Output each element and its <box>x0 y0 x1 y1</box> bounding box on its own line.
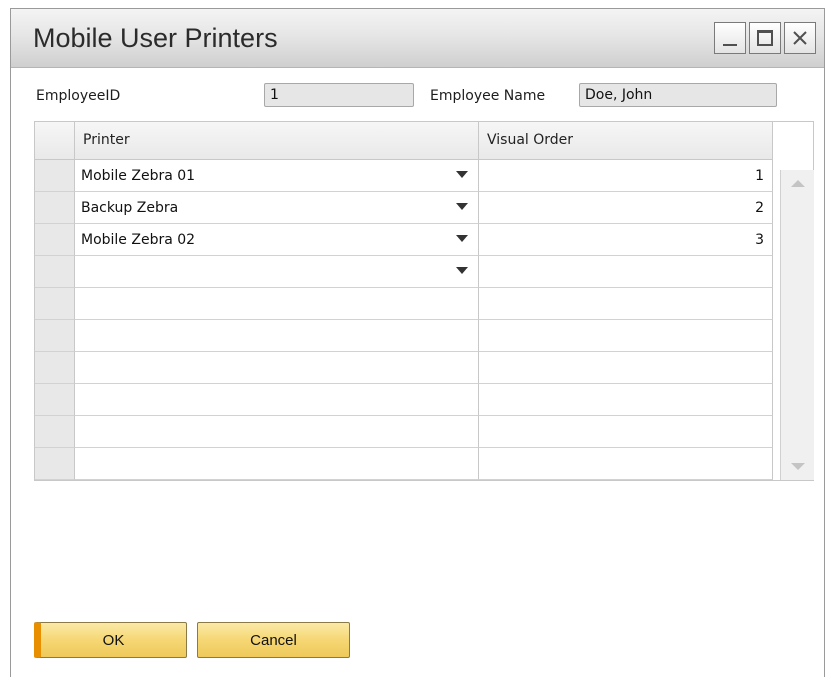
column-header-printer[interactable]: Printer <box>75 122 479 160</box>
dropdown-arrow-icon[interactable] <box>456 171 468 178</box>
printer-cell[interactable] <box>75 448 479 480</box>
cancel-button[interactable]: Cancel <box>197 622 350 658</box>
column-header-visual-order[interactable]: Visual Order <box>479 122 773 160</box>
row-header[interactable] <box>35 448 75 480</box>
printer-cell[interactable]: Backup Zebra <box>75 192 479 224</box>
window-controls <box>714 22 816 54</box>
ok-button[interactable]: OK <box>34 622 187 658</box>
printer-cell[interactable]: Mobile Zebra 01 <box>75 160 479 192</box>
employee-name-field[interactable]: Doe, John <box>579 83 777 107</box>
visual-order-cell[interactable] <box>479 320 773 352</box>
visual-order-cell[interactable]: 2 <box>479 192 773 224</box>
printer-cell[interactable] <box>75 288 479 320</box>
printer-cell[interactable] <box>75 384 479 416</box>
visual-order-cell[interactable] <box>479 256 773 288</box>
printer-cell[interactable] <box>75 320 479 352</box>
printer-cell[interactable] <box>75 352 479 384</box>
dropdown-arrow-icon[interactable] <box>456 203 468 210</box>
row-header[interactable] <box>35 416 75 448</box>
title-bar[interactable]: Mobile User Printers <box>11 9 824 68</box>
scroll-down-icon[interactable] <box>791 463 805 470</box>
printer-cell[interactable] <box>75 416 479 448</box>
row-header[interactable] <box>35 352 75 384</box>
printer-cell-value: Mobile Zebra 01 <box>81 168 196 184</box>
employee-id-field[interactable]: 1 <box>264 83 414 107</box>
row-header[interactable] <box>35 160 75 192</box>
visual-order-cell[interactable] <box>479 448 773 480</box>
grid-vertical-scrollbar[interactable] <box>780 170 814 480</box>
printer-cell-value: Mobile Zebra 02 <box>81 232 196 248</box>
visual-order-cell[interactable] <box>479 288 773 320</box>
employee-name-label: Employee Name <box>430 88 546 104</box>
printer-cell[interactable]: Mobile Zebra 02 <box>75 224 479 256</box>
row-header[interactable] <box>35 320 75 352</box>
visual-order-cell[interactable] <box>479 352 773 384</box>
scroll-up-icon[interactable] <box>791 180 805 187</box>
row-header[interactable] <box>35 224 75 256</box>
visual-order-cell[interactable] <box>479 384 773 416</box>
mobile-user-printers-window: Mobile User Printers EmployeeID 1 Employ… <box>10 8 825 677</box>
row-header[interactable] <box>35 384 75 416</box>
row-header[interactable] <box>35 192 75 224</box>
visual-order-cell[interactable]: 1 <box>479 160 773 192</box>
printer-cell-value: Backup Zebra <box>81 200 179 216</box>
visual-order-cell[interactable]: 3 <box>479 224 773 256</box>
employee-id-label: EmployeeID <box>36 88 121 104</box>
row-header[interactable] <box>35 288 75 320</box>
maximize-icon[interactable] <box>749 22 781 54</box>
minimize-icon[interactable] <box>714 22 746 54</box>
grid-corner-header[interactable] <box>35 122 75 160</box>
dropdown-arrow-icon[interactable] <box>456 235 468 242</box>
printers-grid: Printer Visual Order Mobile Zebra 01 1 B… <box>34 121 814 481</box>
dropdown-arrow-icon[interactable] <box>456 267 468 274</box>
close-icon[interactable] <box>784 22 816 54</box>
printer-cell[interactable] <box>75 256 479 288</box>
row-header[interactable] <box>35 256 75 288</box>
window-title: Mobile User Printers <box>33 23 278 53</box>
visual-order-cell[interactable] <box>479 416 773 448</box>
